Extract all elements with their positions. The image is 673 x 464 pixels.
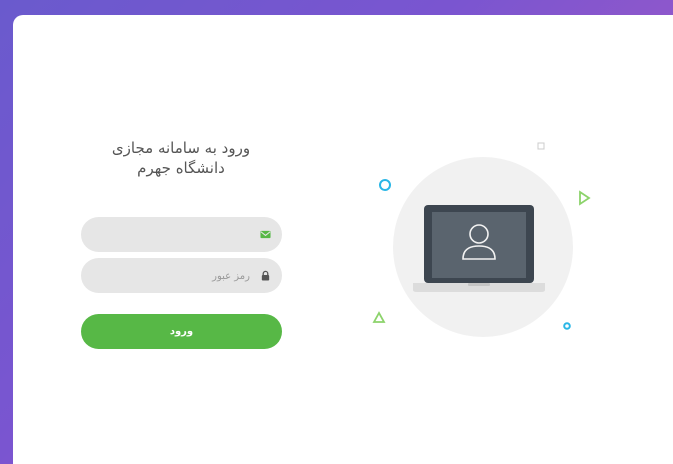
page-title: ورود به سامانه مجازی دانشگاه جهرم — [81, 138, 281, 178]
password-field[interactable] — [81, 258, 282, 295]
email-field[interactable] — [81, 217, 282, 254]
login-card: ورود به سامانه مجازی دانشگاه جهرم ورود — [13, 15, 673, 464]
lock-icon — [261, 270, 270, 281]
title-line-1: ورود به سامانه مجازی — [111, 139, 251, 157]
envelope-icon — [260, 230, 271, 239]
title-line-2: دانشگاه جهرم — [137, 159, 225, 177]
login-button[interactable]: ورود — [81, 314, 282, 349]
password-input[interactable] — [95, 258, 252, 295]
email-input[interactable] — [95, 217, 252, 254]
